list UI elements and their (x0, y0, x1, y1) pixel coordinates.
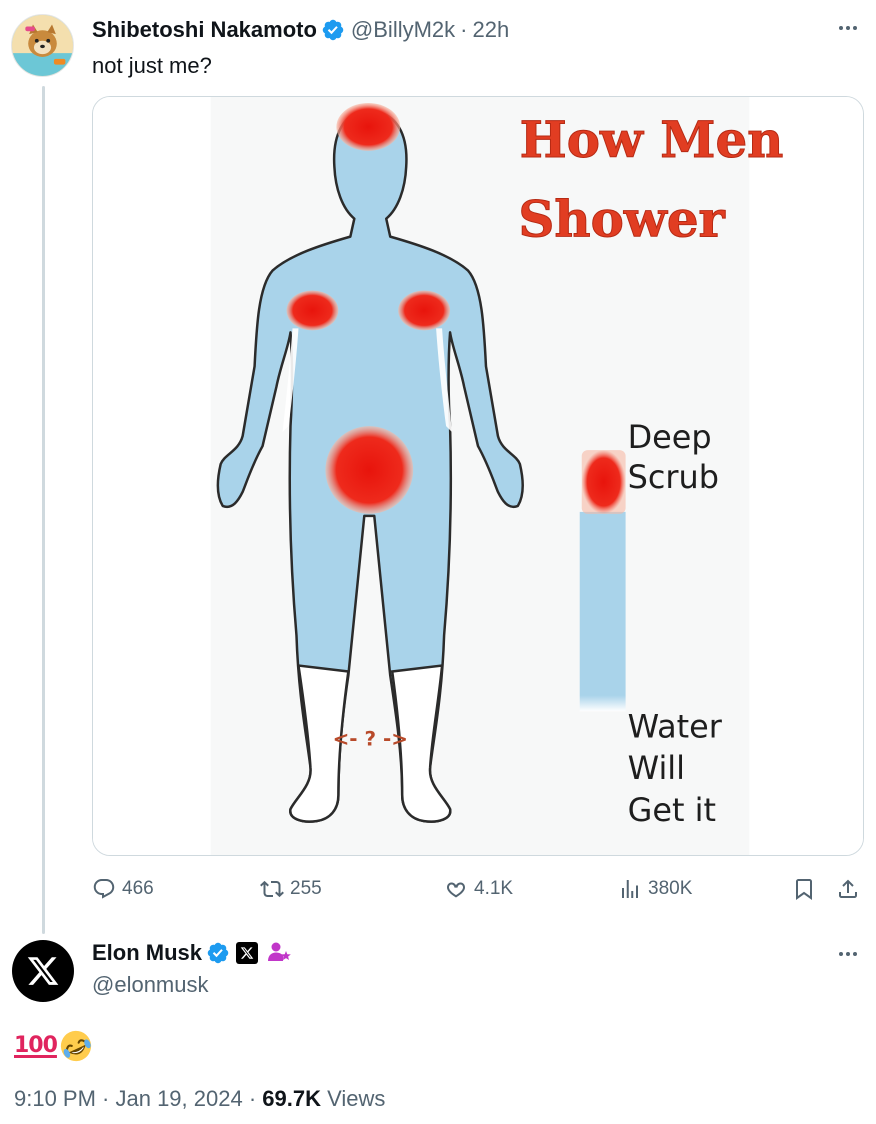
avatar[interactable] (12, 940, 74, 1002)
views-button[interactable]: 380K (618, 872, 692, 906)
tweet-thread: Shibetoshi Nakamoto @BillyM2k · 22h not … (0, 0, 876, 1124)
diagram-title-line1: How Men (520, 110, 784, 169)
like-button[interactable]: 4.1K (444, 872, 513, 906)
thread-connector-line (42, 86, 45, 934)
tweet-header: Elon Musk (92, 940, 292, 966)
avatar[interactable] (11, 14, 74, 77)
views-icon (622, 880, 638, 898)
display-name[interactable]: Elon Musk (92, 940, 202, 966)
label-water: Water (628, 707, 723, 745)
views-count: 69.7K (262, 1086, 321, 1111)
reply-count: 466 (122, 878, 154, 899)
views-count: 380K (648, 878, 693, 899)
x-affiliation-badge[interactable] (236, 942, 259, 964)
more-icon (839, 26, 857, 30)
verified-badge-icon[interactable] (206, 941, 230, 965)
more-options-button[interactable] (834, 940, 862, 968)
more-icon (839, 952, 857, 956)
timestamp[interactable]: 9:10 PM · Jan 19, 2024 · (14, 1086, 256, 1111)
like-icon (447, 882, 465, 898)
display-name[interactable]: Shibetoshi Nakamoto (92, 17, 317, 43)
share-icon (839, 879, 857, 898)
more-options-button[interactable] (834, 14, 862, 42)
tweet-actions-bar: 466 255 4.1K 380K (92, 872, 864, 906)
retweet-button[interactable]: 255 (260, 872, 322, 906)
rofl-emoji-icon (60, 1030, 92, 1062)
x-logo-icon (240, 947, 254, 959)
retweet-icon (260, 880, 284, 898)
tweet-text: 100 (14, 1026, 93, 1066)
label-scrub: Scrub (628, 458, 719, 496)
label-will: Will (628, 749, 685, 787)
views-label: Views (327, 1086, 386, 1111)
like-count: 4.1K (474, 878, 514, 899)
label-deep: Deep (628, 418, 712, 456)
label-get-it: Get it (628, 791, 716, 829)
share-button[interactable] (836, 872, 860, 906)
reply-icon (93, 879, 115, 899)
avatar-image (12, 15, 73, 76)
separator-dot: · (460, 17, 468, 42)
handle[interactable]: @elonmusk (92, 972, 209, 998)
reply-button[interactable]: 466 (92, 872, 154, 906)
tweet-text: not just me? (92, 53, 212, 78)
tweet-timestamp-line: 9:10 PM · Jan 19, 2024 · 69.7K Views (14, 1086, 385, 1112)
x-logo-icon (27, 957, 59, 985)
affiliate-icon[interactable] (266, 940, 292, 966)
bookmark-icon (796, 879, 812, 900)
tweet-media-image[interactable]: <- ? -> How Men Shower Deep Scrub Water … (92, 96, 864, 856)
diagram-title-line2: Shower (518, 190, 725, 249)
hundred-points-emoji: 100 (14, 1033, 58, 1058)
how-men-shower-diagram: <- ? -> How Men Shower Deep Scrub Water … (93, 97, 863, 855)
tweet-header: Shibetoshi Nakamoto @BillyM2k · 22h (92, 17, 509, 43)
tweet-time[interactable]: 22h (472, 17, 509, 43)
verified-badge-icon[interactable] (321, 18, 345, 42)
retweet-count: 255 (290, 878, 322, 899)
handle[interactable]: @BillyM2k (351, 17, 455, 43)
bookmark-button[interactable] (792, 872, 816, 906)
unknown-zone-label: <- ? -> (333, 726, 408, 750)
